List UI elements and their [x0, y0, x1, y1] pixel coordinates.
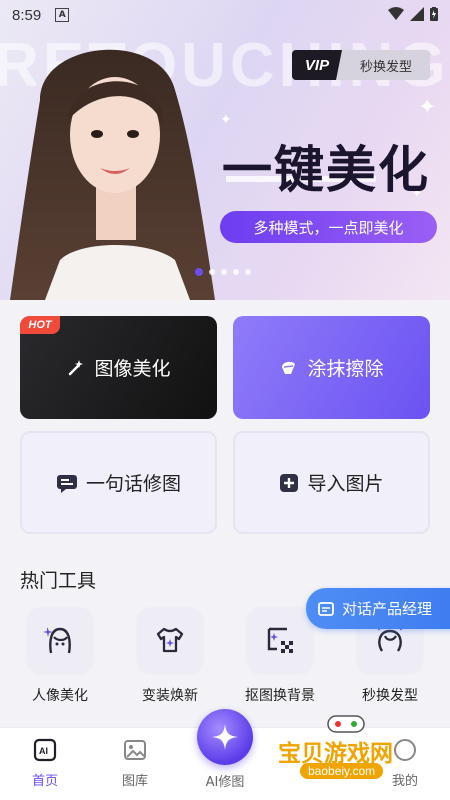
card-label: 一句话修图: [85, 473, 181, 495]
card-smear-erase[interactable]: 涂抹擦除: [233, 316, 430, 419]
chat-product-manager-button[interactable]: 对话产品经理: [306, 588, 450, 629]
tab-home[interactable]: AI 首页: [10, 738, 80, 789]
face-portrait-icon: [27, 607, 93, 673]
banner-headline: 一键美化: [222, 141, 430, 199]
eraser-icon: [282, 361, 296, 374]
plus-square-icon: [280, 473, 299, 492]
vip-feature-label: 秒换发型: [359, 59, 412, 75]
carousel-dot: [233, 269, 239, 275]
gamepad-icon: [327, 715, 365, 733]
tool-portrait-beautify[interactable]: 人像美化: [10, 607, 110, 705]
battery-icon: [430, 7, 438, 21]
carousel-indicator: [195, 268, 251, 276]
sparkle-icon: ✦: [418, 95, 437, 120]
vip-feature-tag[interactable]: VIP 秒换发型: [292, 50, 430, 80]
tool-label: 秒换发型: [362, 688, 418, 704]
float-button-label: 对话产品经理: [342, 600, 433, 618]
tab-label: 首页: [31, 774, 58, 789]
carousel-dot: [221, 269, 227, 275]
carousel-dot: [245, 269, 251, 275]
tool-label: 变装焕新: [142, 688, 198, 704]
svg-text:AI: AI: [39, 746, 48, 756]
notification-icon: A: [55, 8, 70, 22]
chat-box-icon: [318, 601, 334, 616]
card-one-sentence-edit[interactable]: 一句话修图: [20, 431, 217, 534]
hot-tools-title: 热门工具: [20, 570, 97, 592]
tshirt-icon: [137, 607, 203, 673]
card-label: 涂抹擦除: [307, 358, 384, 380]
card-label: 导入图片: [307, 473, 384, 495]
card-import-image[interactable]: 导入图片: [233, 431, 430, 534]
carousel-dot: [195, 268, 203, 276]
hero-banner[interactable]: RETOUCHING ✦ ✦ ✦ VIP 秒换发型 一键美化 多种模式，一点即美…: [0, 0, 450, 300]
wifi-icon: [388, 7, 404, 20]
chat-bubble-icon: [56, 474, 77, 493]
tab-ai-retouch-button[interactable]: [197, 709, 253, 765]
vip-badge: VIP: [292, 50, 342, 80]
watermark-url: baobeiy.com: [300, 763, 384, 779]
model-portrait: [10, 49, 215, 300]
cutout-icon: [247, 607, 313, 673]
tab-label-ai-retouch: AI修图: [205, 775, 245, 790]
ai-home-icon: AI: [33, 738, 57, 762]
status-time: 8:59: [12, 6, 42, 24]
magic-wand-icon: [69, 359, 84, 375]
carousel-dot: [209, 269, 215, 275]
tool-outfit-change[interactable]: 变装焕新: [120, 607, 220, 705]
tool-label: 抠图换背景: [245, 688, 315, 704]
banner-subtitle-pill[interactable]: 多种模式，一点即美化: [220, 211, 437, 243]
tab-label: 图库: [121, 774, 148, 789]
tool-label: 人像美化: [32, 688, 88, 704]
status-bar: 8:59 A: [0, 0, 450, 30]
ai-sparkle-icon: [212, 724, 238, 750]
gallery-icon: [124, 740, 146, 760]
tab-gallery[interactable]: 图库: [100, 738, 170, 789]
signal-icon: [410, 7, 424, 21]
card-label: 图像美化: [94, 358, 171, 380]
sparkle-icon: ✦: [220, 112, 232, 128]
hot-badge: HOT: [20, 316, 60, 334]
site-watermark: 宝贝游戏网 baobeiy.com: [274, 712, 444, 792]
card-image-beautify[interactable]: HOT 图像美化: [20, 316, 217, 419]
